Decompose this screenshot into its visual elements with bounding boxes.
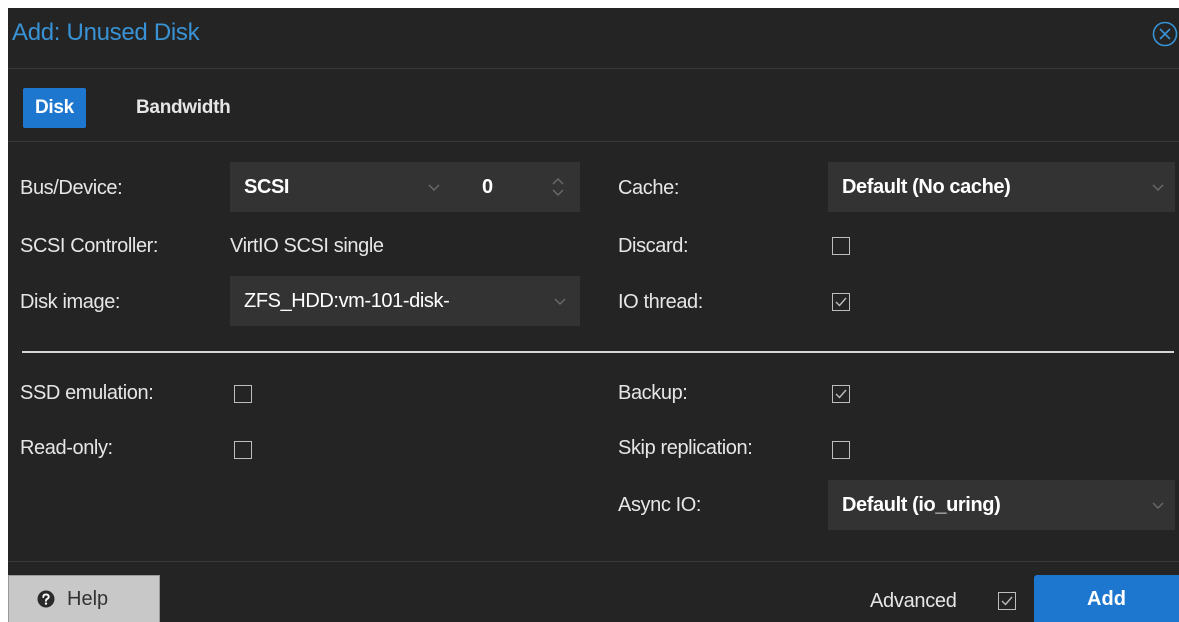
device-number-stepper[interactable]: 0 (452, 162, 580, 212)
scsi-controller-label: SCSI Controller: (20, 235, 159, 257)
tab-disk[interactable]: Disk (23, 88, 86, 128)
bus-device-label: Bus/Device: (20, 177, 123, 199)
cache-select[interactable]: Default (No cache) (828, 162, 1175, 212)
cache-label: Cache: (618, 177, 679, 199)
add-button[interactable]: Add (1034, 575, 1179, 622)
async-io-value: Default (io_uring) (842, 494, 1001, 516)
chevron-down-icon (1152, 502, 1164, 509)
advanced-checkbox[interactable] (998, 592, 1016, 610)
checkmark-icon (835, 297, 847, 307)
skip-replication-label: Skip replication: (618, 437, 753, 459)
bus-select[interactable]: SCSI (230, 162, 452, 212)
disk-image-value: ZFS_HDD:vm-101-disk- (244, 290, 450, 312)
dialog-titlebar: Add: Unused Disk (8, 8, 1179, 68)
help-button[interactable]: Help (8, 575, 160, 622)
tab-bar: Disk Bandwidth (8, 69, 1179, 141)
scsi-controller-value: VirtIO SCSI single (230, 235, 384, 257)
spinner-arrows-icon (552, 178, 564, 196)
read-only-checkbox[interactable] (234, 441, 252, 459)
device-number-value: 0 (482, 176, 493, 198)
disk-image-select[interactable]: ZFS_HDD:vm-101-disk- (230, 276, 580, 326)
question-circle-icon (37, 590, 55, 608)
discard-label: Discard: (618, 235, 689, 257)
backup-checkbox[interactable] (832, 385, 850, 403)
section-divider (22, 351, 1174, 353)
io-thread-checkbox[interactable] (832, 293, 850, 311)
async-io-select[interactable]: Default (io_uring) (828, 480, 1175, 530)
close-icon[interactable] (1151, 20, 1179, 48)
help-button-label: Help (67, 588, 109, 610)
checkmark-icon (835, 389, 847, 399)
backup-label: Backup: (618, 382, 688, 404)
cache-select-value: Default (No cache) (842, 176, 1011, 198)
chevron-down-icon (554, 298, 566, 305)
dialog-title: Add: Unused Disk (12, 19, 200, 46)
io-thread-label: IO thread: (618, 291, 703, 313)
ssd-emulation-checkbox[interactable] (234, 385, 252, 403)
disk-image-label: Disk image: (20, 291, 121, 313)
checkmark-icon (1001, 596, 1013, 606)
ssd-emulation-label: SSD emulation: (20, 382, 154, 404)
read-only-label: Read-only: (20, 437, 113, 459)
chevron-down-icon (1152, 184, 1164, 191)
tab-bandwidth[interactable]: Bandwidth (124, 88, 242, 128)
bus-select-value: SCSI (244, 176, 290, 198)
dialog-footer: Help Advanced Add (8, 561, 1179, 622)
advanced-label: Advanced (870, 590, 957, 612)
tab-separator (8, 141, 1179, 142)
chevron-down-icon (428, 184, 440, 191)
discard-checkbox[interactable] (832, 237, 850, 255)
add-disk-dialog: Add: Unused Disk Disk Bandwidth Bus/Devi… (8, 8, 1179, 622)
async-io-label: Async IO: (618, 494, 702, 516)
skip-replication-checkbox[interactable] (832, 441, 850, 459)
